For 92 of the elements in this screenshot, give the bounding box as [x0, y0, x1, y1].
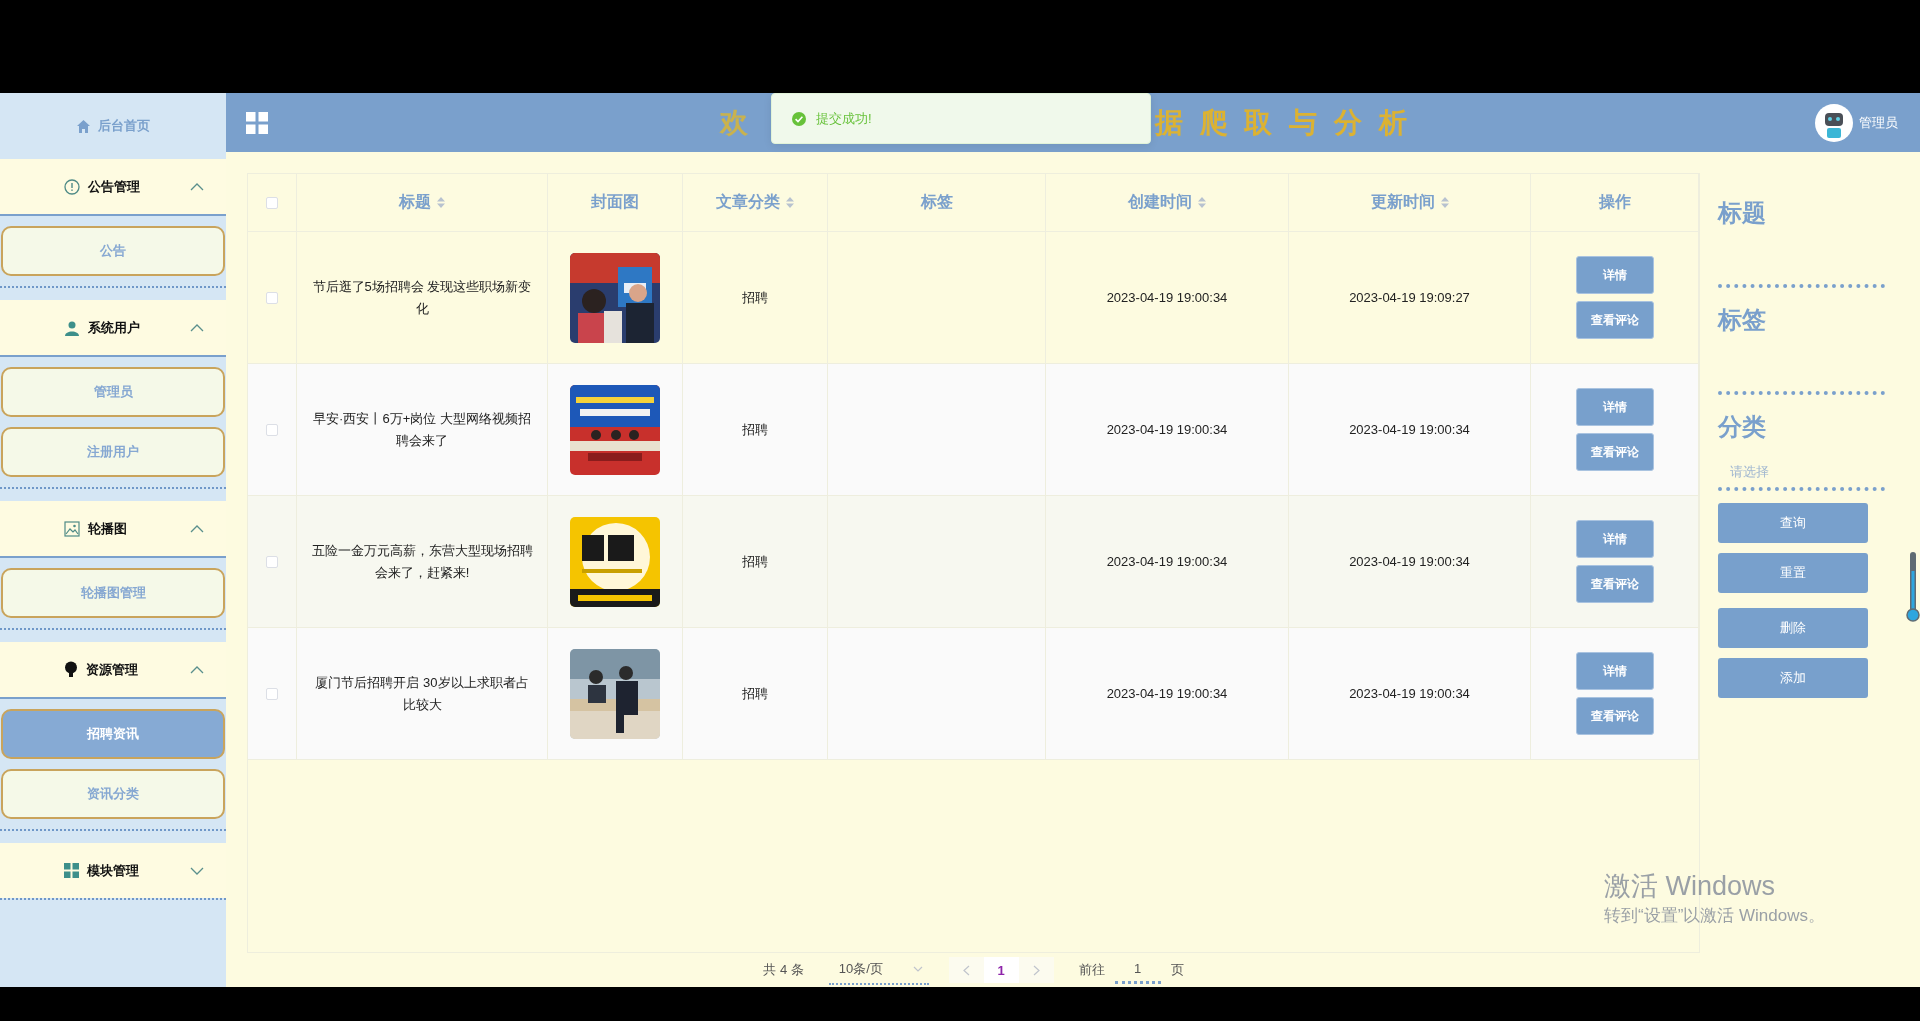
select-all-checkbox[interactable] — [266, 196, 278, 209]
menu-icon[interactable] — [246, 111, 268, 134]
bulb-icon — [64, 661, 78, 678]
filter-label: 标签 — [1718, 305, 1767, 335]
filter-label: 标题 — [1718, 198, 1767, 228]
row-checkbox[interactable] — [266, 687, 278, 700]
column-header[interactable]: 创建时间 — [1046, 174, 1289, 232]
user-icon — [64, 319, 80, 336]
menu-item[interactable]: 公告 — [1, 226, 225, 276]
chevron-up-icon — [190, 524, 204, 533]
chevron-up-icon — [190, 665, 204, 674]
comments-button[interactable]: 查看评论 — [1575, 565, 1654, 603]
chevron-down-icon — [912, 966, 923, 972]
updated-time: 2023-04-19 19:00:34 — [1349, 684, 1470, 703]
sort-icon[interactable] — [437, 197, 445, 208]
row-checkbox[interactable] — [266, 423, 278, 436]
category-cell-text: 招聘 — [742, 288, 768, 307]
home-menu-item[interactable]: 后台首页 — [0, 93, 226, 159]
category-cell-text: 招聘 — [742, 684, 768, 703]
select-field[interactable]: 请选择 — [1718, 453, 1885, 491]
home-icon — [76, 119, 90, 133]
details-button[interactable]: 详情 — [1575, 520, 1654, 558]
updated-time: 2023-04-19 19:00:34 — [1349, 552, 1470, 571]
action-button[interactable]: 添加 — [1718, 658, 1868, 698]
toast-message: 提交成功! — [816, 109, 872, 128]
sort-icon[interactable] — [1198, 197, 1206, 208]
grid-icon — [64, 863, 79, 878]
image-icon — [64, 520, 80, 537]
total-count: 共 4 条 — [763, 961, 804, 979]
comments-button[interactable]: 查看评论 — [1575, 697, 1654, 735]
action-button[interactable]: 查询 — [1718, 503, 1868, 543]
category-cell-text: 招聘 — [742, 552, 768, 571]
chevron-up-icon — [190, 182, 204, 191]
column-header: 封面图 — [548, 174, 683, 232]
sort-icon[interactable] — [1440, 197, 1449, 208]
menu-group-header[interactable]: 轮播图 — [0, 501, 226, 558]
chevron-right-icon — [1032, 964, 1040, 976]
activation-title: 激活 Windows — [1604, 870, 1776, 903]
scroll-handle-icon[interactable] — [1906, 551, 1920, 623]
chevron-up-icon — [190, 323, 204, 332]
created-time: 2023-04-19 19:00:34 — [1106, 684, 1228, 703]
created-time: 2023-04-19 19:00:34 — [1106, 288, 1228, 307]
sort-icon[interactable] — [786, 197, 794, 208]
comments-button[interactable]: 查看评论 — [1575, 433, 1654, 471]
created-time: 2023-04-19 19:00:34 — [1106, 420, 1228, 439]
site-title: 欢 — [720, 105, 765, 140]
article-title: 厦门节后招聘开启 30岁以上求职者占比较大 — [314, 673, 530, 714]
menu-item[interactable]: 管理员 — [1, 367, 225, 417]
row-checkbox[interactable] — [266, 555, 278, 568]
page-unit: 页 — [1170, 961, 1184, 979]
user-name[interactable]: 管理员 — [1859, 113, 1898, 132]
menu-group-header[interactable]: 公告管理 — [0, 159, 226, 216]
activation-hint: 转到“设置”以激活 Windows。 — [1604, 905, 1825, 927]
category-cell-text: 招聘 — [742, 420, 768, 439]
column-header[interactable]: 更新时间 — [1289, 174, 1531, 232]
next-page-button[interactable] — [1018, 957, 1054, 983]
site-title: 据爬取与分析 — [1154, 105, 1424, 140]
filter-label: 分类 — [1718, 412, 1767, 442]
chevron-left-icon — [962, 964, 970, 976]
article-title: 五险一金万元高薪，东营大型现场招聘会来了，赶紧来! — [310, 541, 534, 582]
menu-item[interactable]: 招聘资讯 — [1, 709, 225, 759]
column-header: 标签 — [828, 174, 1046, 232]
updated-time: 2023-04-19 19:09:27 — [1349, 288, 1470, 307]
chevron-down-icon — [190, 866, 204, 875]
menu-item[interactable]: 注册用户 — [1, 427, 225, 477]
menu-group-header[interactable]: 系统用户 — [0, 300, 226, 357]
created-time: 2023-04-19 19:00:34 — [1106, 552, 1228, 571]
details-button[interactable]: 详情 — [1575, 652, 1654, 690]
page-number[interactable]: 1 — [983, 957, 1019, 983]
menu-item[interactable]: 轮播图管理 — [1, 568, 225, 618]
page-size-select[interactable]: 10条/页 — [828, 955, 929, 985]
article-title: 节后逛了5场招聘会 发现这些职场新变化 — [311, 277, 533, 318]
comments-button[interactable]: 查看评论 — [1575, 301, 1654, 339]
column-header: 操作 — [1531, 174, 1699, 232]
menu-group-header[interactable]: 资源管理 — [0, 642, 226, 699]
column-header[interactable]: 文章分类 — [683, 174, 828, 232]
avatar-icon[interactable] — [1815, 103, 1853, 142]
goto-page-field[interactable]: 1 — [1114, 956, 1161, 984]
info-icon — [64, 178, 80, 195]
previous-page-button[interactable] — [948, 957, 984, 983]
details-button[interactable]: 详情 — [1575, 388, 1654, 426]
action-button[interactable]: 重置 — [1718, 553, 1868, 593]
menu-item[interactable]: 资讯分类 — [1, 769, 225, 819]
column-header[interactable]: 标题 — [297, 174, 548, 232]
row-checkbox[interactable] — [266, 291, 278, 304]
menu-group-header[interactable]: 模块管理 — [0, 843, 226, 898]
updated-time: 2023-04-19 19:00:34 — [1349, 420, 1470, 439]
action-button[interactable]: 删除 — [1718, 608, 1868, 648]
goto-label: 前往 — [1078, 961, 1105, 979]
details-button[interactable]: 详情 — [1575, 256, 1654, 294]
article-title: 早安·西安丨6万+岗位 大型网络视频招聘会来了 — [312, 409, 532, 450]
success-icon — [792, 111, 806, 126]
